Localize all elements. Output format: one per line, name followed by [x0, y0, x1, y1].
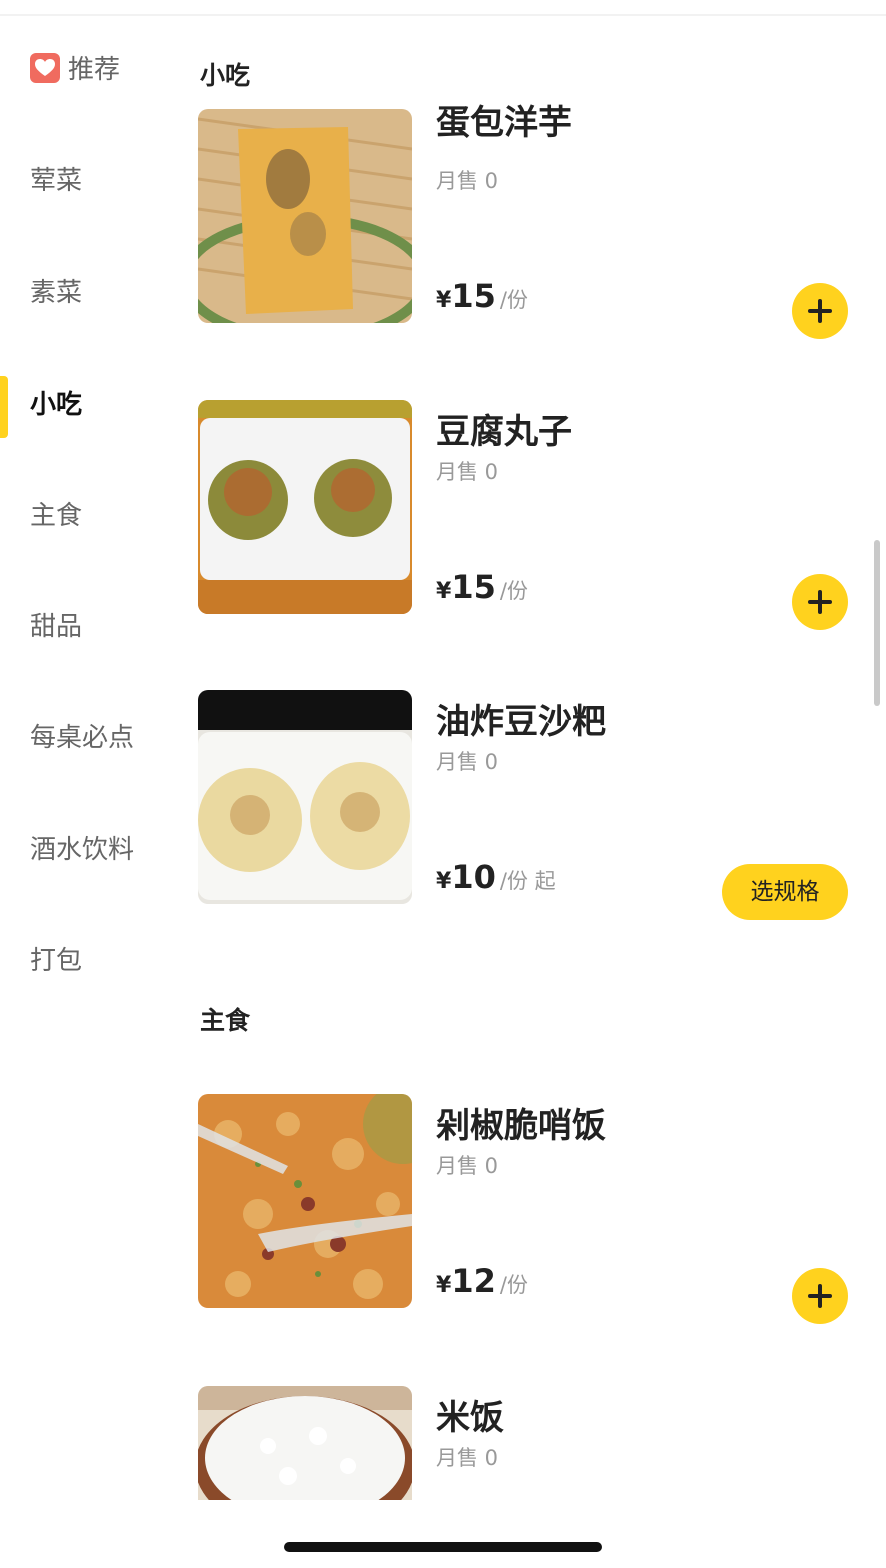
- section-title: 主食: [200, 1006, 251, 1035]
- menu-item[interactable]: 蛋包洋芋 月售 0 ¥15/份: [198, 103, 858, 339]
- menu-item[interactable]: 油炸豆沙粑 月售 0 ¥10/份 起 选规格: [198, 690, 858, 920]
- dish-name: 豆腐丸子: [436, 412, 572, 452]
- menu-list[interactable]: 小吃 蛋包洋芋 月售 0 ¥15/份 豆腐丸子 月售 0 ¥15 /份 油炸豆沙…: [180, 16, 886, 1568]
- dish-name: 蛋包洋芋: [436, 103, 572, 143]
- price-currency: ¥: [436, 869, 452, 894]
- section-title: 小吃: [200, 61, 251, 90]
- menu-item[interactable]: 米饭 月售 0: [198, 1386, 858, 1568]
- home-indicator[interactable]: [284, 1542, 602, 1552]
- menu-item[interactable]: 豆腐丸子 月售 0 ¥15/份: [198, 400, 858, 630]
- dish-name: 剁椒脆哨饭: [436, 1106, 606, 1146]
- price-currency: ¥: [436, 288, 452, 313]
- sidebar-item-dessert[interactable]: 甜品: [30, 599, 82, 655]
- sidebar-item-staple[interactable]: 主食: [30, 488, 82, 544]
- price-unit: /份: [499, 579, 528, 603]
- dish-price: ¥12/份: [436, 1262, 528, 1300]
- price-unit: /份 起: [499, 869, 556, 893]
- sidebar-item-snacks[interactable]: 小吃: [30, 377, 82, 433]
- price-amount: 15: [451, 568, 496, 606]
- active-category-indicator: [0, 376, 8, 438]
- dish-price: ¥10/份 起: [436, 858, 556, 896]
- monthly-sales: 月售 0: [436, 1446, 499, 1470]
- sidebar-item-vegetable[interactable]: 素菜: [30, 265, 82, 321]
- dish-image: [198, 690, 412, 904]
- monthly-sales: 月售 0: [436, 460, 499, 484]
- add-to-cart-button[interactable]: [792, 283, 848, 339]
- dish-image: [198, 1386, 412, 1500]
- add-to-cart-button[interactable]: [792, 1268, 848, 1324]
- heart-icon: [30, 52, 60, 83]
- dish-image: [198, 1094, 412, 1308]
- scrollbar[interactable]: [874, 540, 880, 706]
- menu-item[interactable]: 剁椒脆哨饭 月售 0 ¥12/份: [198, 1094, 858, 1324]
- sidebar-item-must-order[interactable]: 每桌必点: [30, 710, 134, 766]
- sidebar-item-takeaway[interactable]: 打包: [30, 933, 82, 989]
- sidebar-item-drinks[interactable]: 酒水饮料: [30, 822, 134, 878]
- price-unit: /份: [499, 1273, 528, 1297]
- dish-image: [198, 109, 412, 323]
- price-amount: 12: [451, 1262, 496, 1300]
- price-currency: ¥: [436, 579, 452, 604]
- monthly-sales: 月售 0: [436, 750, 499, 774]
- price-amount: 10: [451, 858, 496, 896]
- dish-price: ¥15/份: [436, 277, 528, 315]
- price-currency: ¥: [436, 1273, 452, 1298]
- sidebar-item-meat[interactable]: 荤菜: [30, 153, 82, 209]
- dish-name: 油炸豆沙粑: [436, 702, 606, 742]
- category-sidebar: 推荐 荤菜 素菜 小吃 主食 甜品 每桌必点 酒水饮料 打包: [0, 16, 180, 1568]
- dish-image: [198, 400, 412, 614]
- dish-name: 米饭: [436, 1398, 504, 1438]
- price-amount: 15: [451, 277, 496, 315]
- choose-spec-button[interactable]: 选规格: [722, 864, 848, 920]
- monthly-sales: 月售 0: [436, 169, 499, 193]
- price-unit: /份: [499, 288, 528, 312]
- sidebar-item-recommend[interactable]: 推荐: [30, 42, 120, 98]
- add-to-cart-button[interactable]: [792, 574, 848, 630]
- dish-price: ¥15/份: [436, 568, 528, 606]
- monthly-sales: 月售 0: [436, 1154, 499, 1178]
- sidebar-item-label: 推荐: [68, 55, 121, 85]
